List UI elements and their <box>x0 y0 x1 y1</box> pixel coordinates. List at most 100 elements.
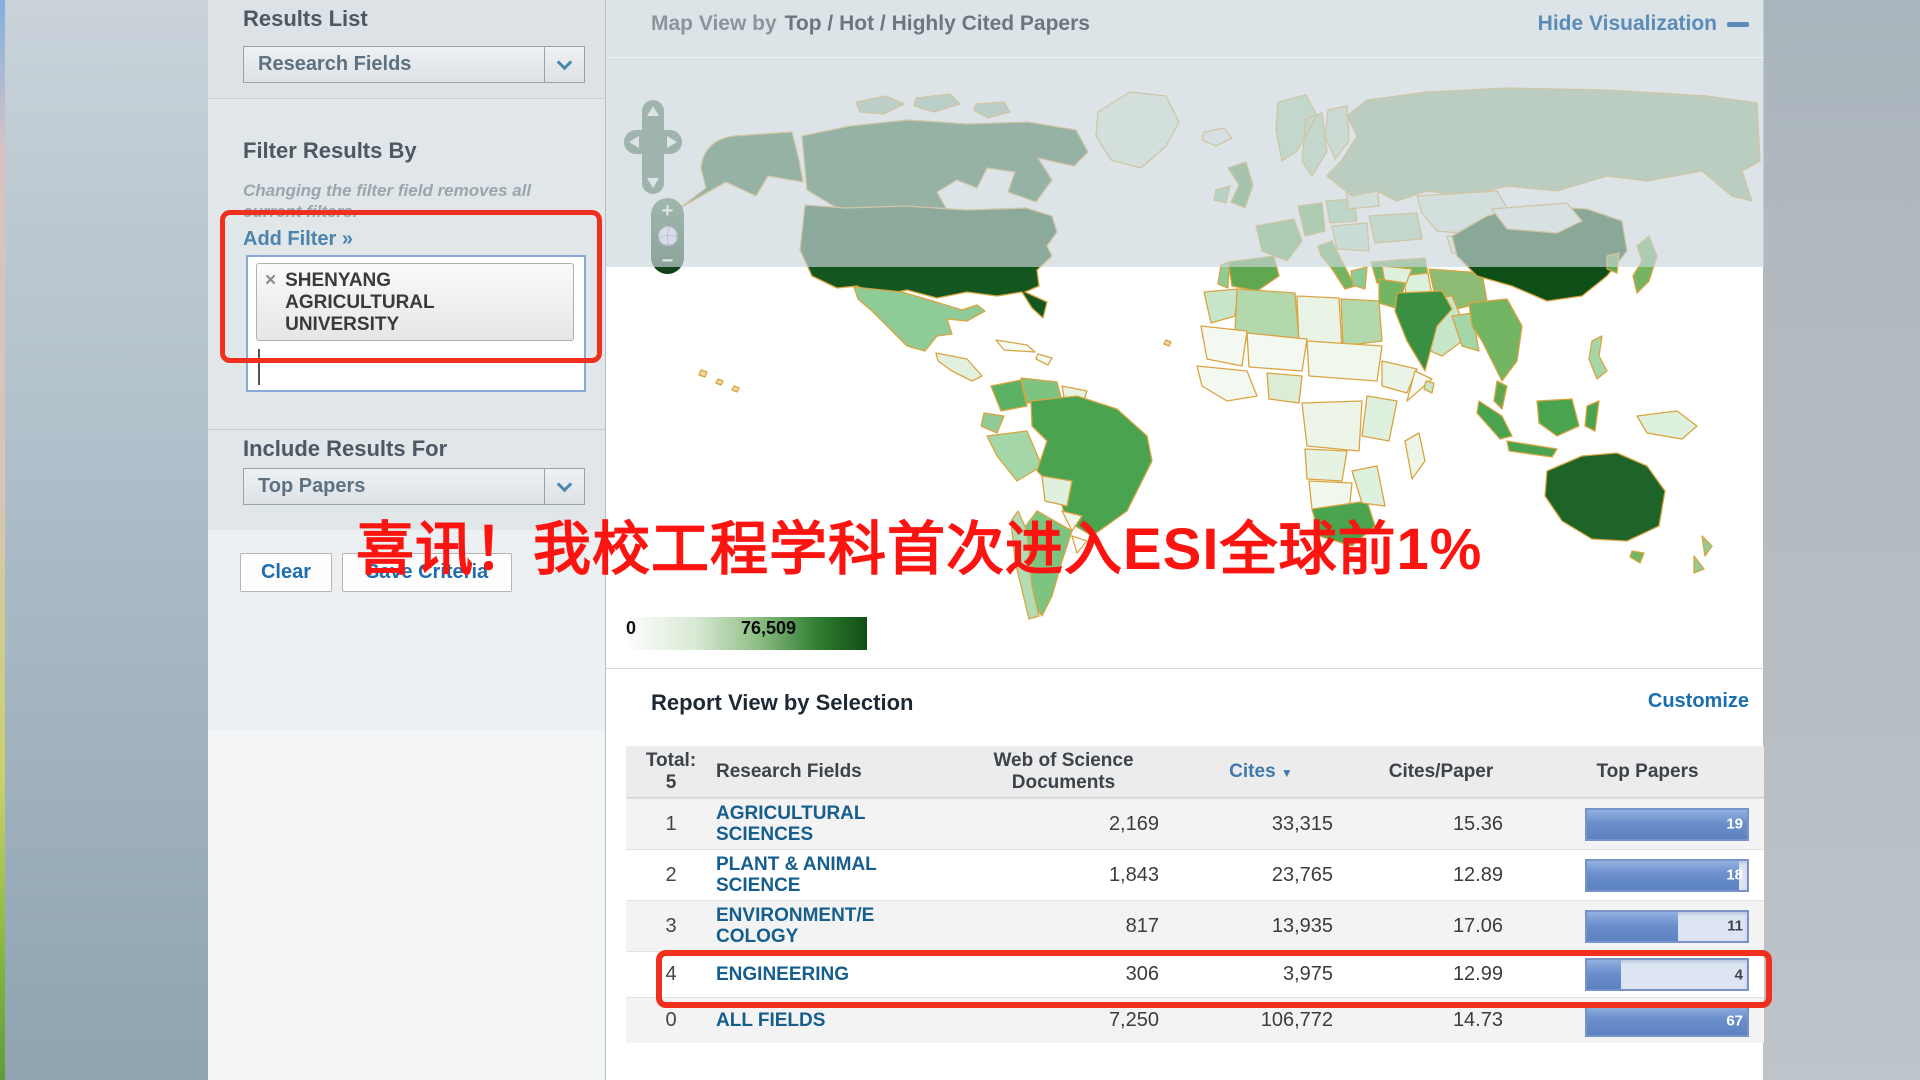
top-papers-bar: 11 <box>1585 910 1749 943</box>
country-greece[interactable] <box>1351 267 1367 289</box>
row-field-cell: ALL FIELDS <box>716 1010 956 1031</box>
legend-max-label: 76,509 <box>741 618 796 639</box>
top-papers-bar-fill <box>1587 810 1747 839</box>
country-morocco[interactable] <box>1204 289 1238 323</box>
cites-per-paper-header[interactable]: Cites/Paper <box>1351 761 1531 783</box>
top-papers-bar: 19 <box>1585 808 1749 841</box>
slide-right-margin <box>1763 0 1920 1080</box>
country-nigeria[interactable] <box>1267 373 1302 403</box>
choropleth-legend: 0 76,509 <box>623 617 867 650</box>
research-field-link[interactable]: PLANT & ANIMAL SCIENCE <box>716 854 886 896</box>
country-caribbean[interactable] <box>996 340 1052 365</box>
top-papers-bar-fill <box>1587 861 1739 890</box>
chevron-down-icon <box>557 476 573 492</box>
include-results-heading: Include Results For <box>243 436 447 462</box>
top-papers-bar-fill <box>1587 1006 1747 1035</box>
top-papers-bar: 18 <box>1585 859 1749 892</box>
filter-results-heading: Filter Results By <box>243 138 417 164</box>
row-rank: 3 <box>626 915 716 938</box>
country-indonesia[interactable] <box>1477 399 1599 457</box>
esi-screenshot: Results List Research Fields Filter Resu… <box>0 0 1920 1080</box>
include-results-select[interactable]: Top Papers <box>243 468 585 505</box>
table-row: 2 PLANT & ANIMAL SCIENCE 1,843 23,765 12… <box>626 849 1764 900</box>
slide-left-margin <box>0 0 208 1080</box>
report-view-title: Report View by Selection <box>651 690 913 716</box>
hide-visualization-label: Hide Visualization <box>1538 12 1717 36</box>
header-divider <box>606 57 1764 58</box>
country-egypt[interactable] <box>1341 299 1382 346</box>
row-cites-per-paper-value: 15.36 <box>1351 813 1531 836</box>
table-row: 3 ENVIRONMENT/ECOLOGY 817 13,935 17.06 1… <box>626 900 1764 951</box>
chevron-down-icon <box>557 54 573 70</box>
research-fields-header[interactable]: Research Fields <box>716 761 956 783</box>
wos-documents-header[interactable]: Web of Science Documents <box>956 750 1171 794</box>
row-rank: 1 <box>626 813 716 836</box>
row-cites-per-paper-value: 14.73 <box>1351 1009 1531 1032</box>
top-papers-bar-value: 67 <box>1726 1012 1743 1029</box>
research-field-link[interactable]: ALL FIELDS <box>716 1010 825 1031</box>
row-cites-per-paper-value: 17.06 <box>1351 915 1531 938</box>
country-ecuador[interactable] <box>981 413 1004 433</box>
research-field-link[interactable]: AGRICULTURAL SCIENCES <box>716 803 886 845</box>
slide-edge-photo-sliver <box>0 0 5 1080</box>
row-cites-value: 13,935 <box>1171 915 1351 938</box>
country-madagascar[interactable] <box>1405 433 1425 479</box>
section-divider <box>606 668 1764 669</box>
row-top-papers-cell: 11 <box>1531 910 1764 943</box>
top-papers-header[interactable]: Top Papers <box>1531 761 1764 783</box>
country-srilanka[interactable] <box>1424 381 1434 393</box>
top-papers-bar-value: 11 <box>1727 918 1743 935</box>
country-new-guinea[interactable] <box>1637 411 1697 439</box>
row-cites-per-paper-value: 12.89 <box>1351 864 1531 887</box>
row-docs-value: 817 <box>956 915 1171 938</box>
top-papers-bar-fill <box>1587 912 1678 941</box>
country-new-zealand[interactable] <box>1694 536 1712 573</box>
sort-descending-icon: ▼ <box>1281 766 1293 780</box>
country-chad-sudan[interactable] <box>1307 341 1382 381</box>
row-docs-value: 2,169 <box>956 813 1171 836</box>
row-cites-value: 23,765 <box>1171 864 1351 887</box>
sidebar-bottom-section <box>208 730 605 1080</box>
pacific-islands <box>699 340 1171 392</box>
map-top-overlay <box>606 0 1764 267</box>
include-results-select-button[interactable] <box>544 469 584 504</box>
row-cites-value: 106,772 <box>1171 1009 1351 1032</box>
results-list-select[interactable]: Research Fields <box>243 46 585 83</box>
country-mexico[interactable] <box>854 287 985 351</box>
row-docs-value: 1,843 <box>956 864 1171 887</box>
legend-min-label: 0 <box>626 618 636 639</box>
row-docs-value: 7,250 <box>956 1009 1171 1032</box>
results-list-select-button[interactable] <box>544 47 584 82</box>
row-rank: 2 <box>626 864 716 887</box>
map-view-title: Map View byTop / Hot / Highly Cited Pape… <box>651 12 1090 36</box>
cites-header[interactable]: Cites ▼ <box>1171 761 1351 783</box>
top-papers-bar: 67 <box>1585 1004 1749 1037</box>
row-field-cell: ENVIRONMENT/ECOLOGY <box>716 905 956 947</box>
row-field-cell: PLANT & ANIMAL SCIENCE <box>716 854 956 896</box>
hide-visualization-link[interactable]: Hide Visualization <box>1538 12 1749 36</box>
research-field-link[interactable]: ENVIRONMENT/ECOLOGY <box>716 905 886 947</box>
customize-link[interactable]: Customize <box>1648 690 1749 713</box>
country-kenya-tanzania[interactable] <box>1362 396 1397 441</box>
top-papers-bar-value: 18 <box>1726 867 1743 884</box>
country-congo[interactable] <box>1302 401 1362 451</box>
country-australia[interactable] <box>1545 453 1665 541</box>
map-title-prefix: Map View by <box>651 12 777 35</box>
country-central-america[interactable] <box>936 353 982 381</box>
country-mozambique[interactable] <box>1352 466 1385 506</box>
announcement-headline: 喜讯！我校工程学科首次进入ESI全球前1% <box>356 502 1482 586</box>
country-colombia[interactable] <box>991 380 1027 411</box>
country-angola[interactable] <box>1305 449 1347 481</box>
row-field-cell: AGRICULTURAL SCIENCES <box>716 803 956 845</box>
highlight-box-filter <box>220 210 602 363</box>
row-top-papers-cell: 19 <box>1531 808 1764 841</box>
section-divider <box>208 429 605 430</box>
table-row: 1 AGRICULTURAL SCIENCES 2,169 33,315 15.… <box>626 798 1764 849</box>
top-papers-bar-value: 19 <box>1726 816 1743 833</box>
country-malaysia[interactable] <box>1494 381 1507 409</box>
country-tasmania[interactable] <box>1630 551 1644 563</box>
clear-button[interactable]: Clear <box>240 553 332 592</box>
highlight-box-engineering-row <box>656 950 1772 1008</box>
country-peru[interactable] <box>987 431 1042 481</box>
country-philippines[interactable] <box>1589 336 1607 379</box>
